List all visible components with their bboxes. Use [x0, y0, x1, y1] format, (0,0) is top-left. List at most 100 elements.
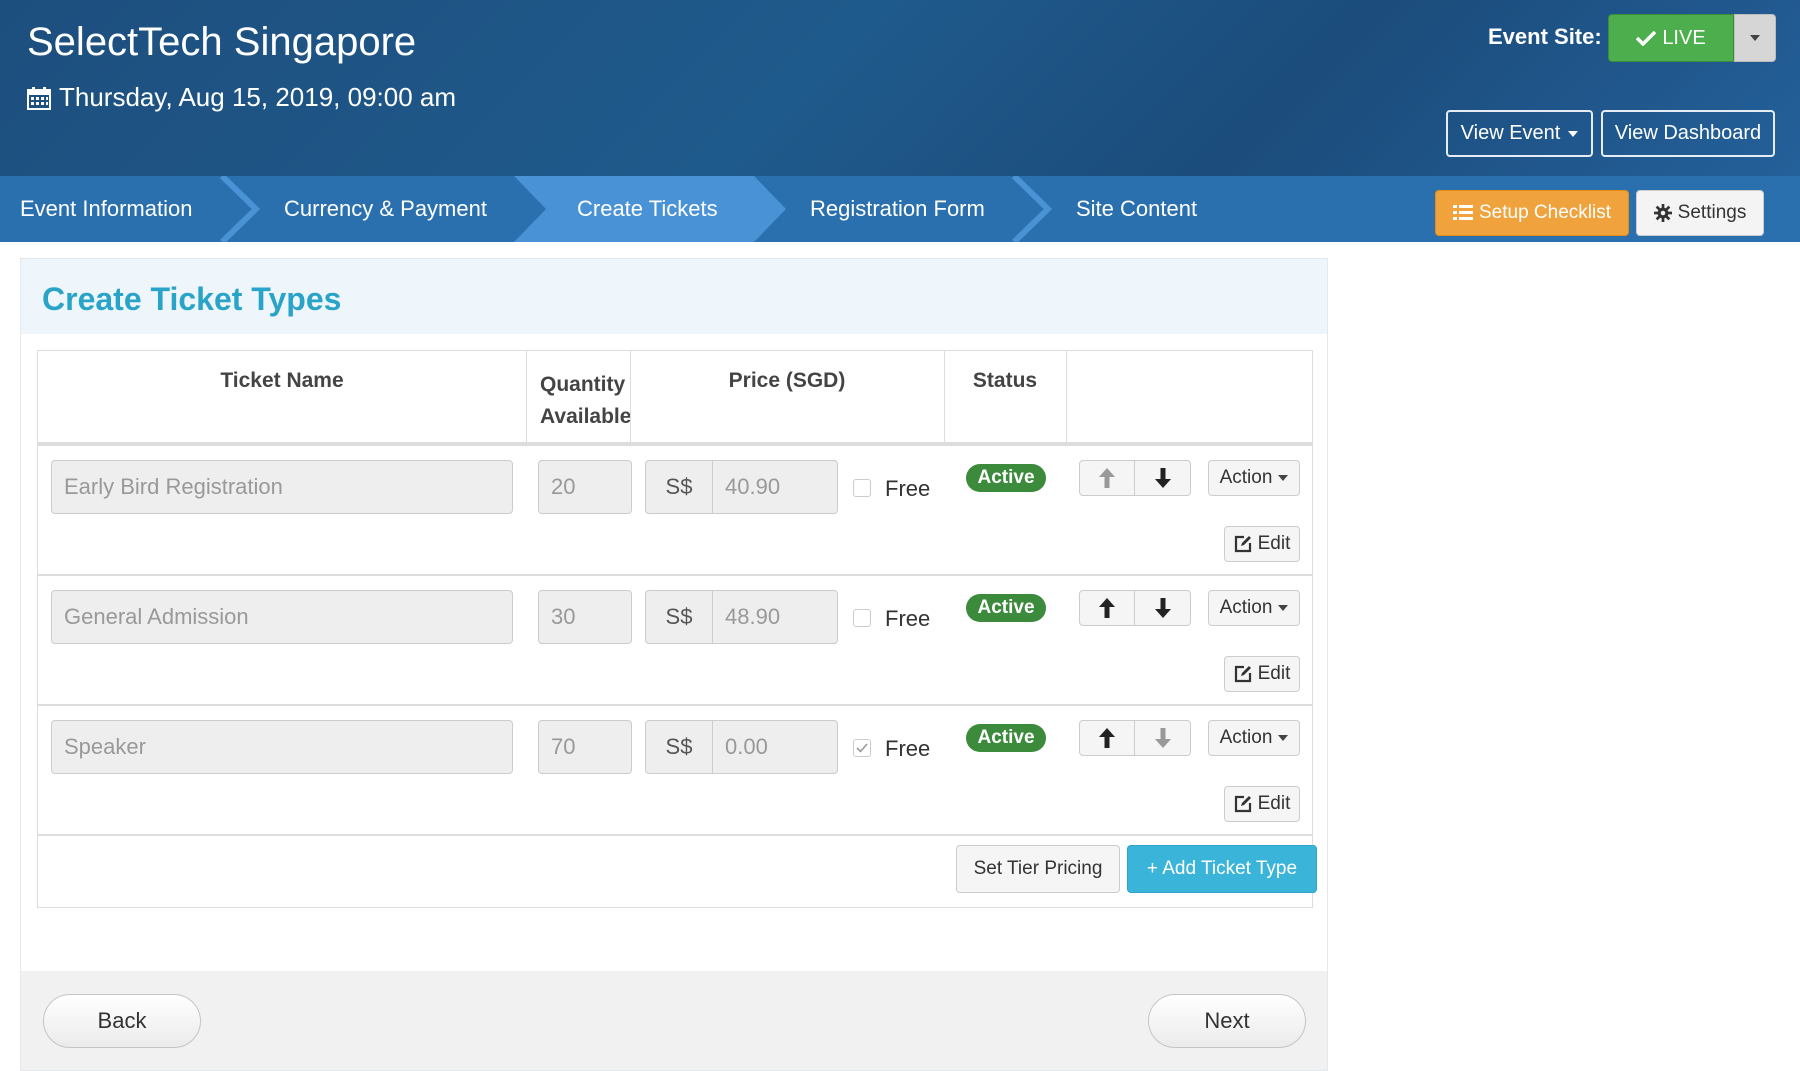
quantity-input[interactable]: 70: [538, 720, 632, 774]
move-down-button[interactable]: [1135, 590, 1191, 626]
action-dropdown-button[interactable]: Action: [1208, 590, 1300, 626]
view-dashboard-label: View Dashboard: [1614, 122, 1762, 144]
move-up-button[interactable]: [1079, 460, 1135, 496]
action-dropdown-button[interactable]: Action: [1208, 720, 1300, 756]
edit-label: Edit: [1257, 533, 1291, 554]
panel-header: Create Ticket Types: [21, 259, 1327, 334]
free-label: Free: [885, 606, 931, 631]
step-event-information[interactable]: Event Information: [20, 176, 192, 242]
step-site-content[interactable]: Site Content: [1076, 176, 1197, 242]
edit-label: Edit: [1257, 793, 1291, 814]
arrow-up-icon: [1099, 468, 1115, 488]
ticket-row: Speaker 70 S$ 0.00 Free Active Action Ed…: [38, 706, 1312, 836]
list-icon: [1452, 205, 1473, 220]
step-registration-form[interactable]: Registration Form: [810, 176, 985, 242]
ticket-types-table: Ticket Name Quantity Available Price (SG…: [37, 350, 1317, 908]
event-site-label: Event Site:: [1488, 24, 1602, 49]
live-status-button[interactable]: LIVE: [1608, 14, 1734, 62]
event-site-status-group: LIVE: [1608, 14, 1776, 62]
free-label: Free: [885, 736, 931, 761]
live-label: LIVE: [1662, 26, 1706, 49]
next-button[interactable]: Next: [1148, 994, 1306, 1048]
caret-down-icon: [1278, 475, 1289, 481]
check-icon: [856, 743, 868, 753]
free-checkbox[interactable]: [853, 739, 871, 757]
edit-button[interactable]: Edit: [1224, 526, 1300, 562]
arrow-down-icon: [1154, 468, 1171, 488]
create-tickets-panel: Create Ticket Types Ticket Name Quantity…: [20, 258, 1328, 1071]
column-header-quantity: Quantity Available: [540, 351, 640, 443]
free-label: Free: [885, 476, 931, 501]
calendar-icon: [27, 86, 51, 110]
caret-down-icon: [1568, 130, 1579, 137]
step-create-tickets[interactable]: Create Tickets: [577, 176, 718, 242]
quantity-input[interactable]: 20: [538, 460, 632, 514]
step-currency-payment[interactable]: Currency & Payment: [284, 176, 487, 242]
ticket-name-input[interactable]: Speaker: [51, 720, 513, 774]
edit-button[interactable]: Edit: [1224, 786, 1300, 822]
move-down-button[interactable]: [1135, 460, 1191, 496]
quantity-input[interactable]: 30: [538, 590, 632, 644]
currency-addon: S$: [645, 460, 713, 514]
arrow-up-icon: [1099, 598, 1115, 618]
action-label: Action: [1219, 467, 1273, 488]
status-badge: Active: [966, 594, 1046, 622]
column-header-status: Status: [972, 369, 1038, 392]
event-date-text: Thursday, Aug 15, 2019, 09:00 am: [59, 82, 457, 112]
gear-icon: [1653, 204, 1672, 222]
status-badge: Active: [966, 724, 1046, 752]
view-event-button[interactable]: View Event: [1446, 110, 1593, 157]
caret-down-icon: [1278, 735, 1289, 741]
price-input[interactable]: 0.00: [712, 720, 838, 774]
column-header-ticket-name: Ticket Name: [220, 369, 344, 392]
edit-label: Edit: [1257, 663, 1291, 684]
back-button[interactable]: Back: [43, 994, 201, 1048]
column-divider: [526, 351, 527, 443]
setup-checklist-button[interactable]: Setup Checklist: [1435, 190, 1629, 236]
edit-icon: [1234, 535, 1251, 553]
event-title: SelectTech Singapore: [27, 20, 417, 64]
action-label: Action: [1219, 727, 1273, 748]
event-date: Thursday, Aug 15, 2019, 09:00 am: [27, 82, 456, 113]
ticket-name-input[interactable]: General Admission: [51, 590, 513, 644]
move-up-button[interactable]: [1079, 590, 1135, 626]
ticket-name-input[interactable]: Early Bird Registration: [51, 460, 513, 514]
panel-title: Create Ticket Types: [42, 281, 342, 317]
event-header: SelectTech Singapore Thursday, Aug 15, 2…: [0, 0, 1800, 176]
add-ticket-type-button[interactable]: + Add Ticket Type: [1127, 845, 1317, 893]
event-site-dropdown-toggle[interactable]: [1734, 14, 1776, 62]
status-badge: Active: [966, 464, 1046, 492]
action-label: Action: [1219, 597, 1273, 618]
column-header-price: Price (SGD): [728, 369, 846, 392]
edit-icon: [1234, 795, 1251, 813]
ticket-row: Early Bird Registration 20 S$ 40.90 Free…: [38, 446, 1312, 576]
edit-icon: [1234, 665, 1251, 683]
panel-footer: Back Next: [21, 971, 1327, 1070]
quantity-header-line2: Available: [540, 405, 632, 428]
quantity-header-line1: Quantity: [540, 373, 626, 396]
edit-button[interactable]: Edit: [1224, 656, 1300, 692]
currency-addon: S$: [645, 590, 713, 644]
check-icon: [1636, 30, 1657, 46]
move-down-button[interactable]: [1135, 720, 1191, 756]
ticket-row: General Admission 30 S$ 48.90 Free Activ…: [38, 576, 1312, 706]
arrow-down-icon: [1154, 728, 1171, 748]
price-input[interactable]: 40.90: [712, 460, 838, 514]
setup-checklist-label: Setup Checklist: [1478, 202, 1611, 223]
action-dropdown-button[interactable]: Action: [1208, 460, 1300, 496]
step-separator: [220, 176, 260, 242]
free-checkbox[interactable]: [853, 609, 871, 627]
caret-down-icon: [1278, 605, 1289, 611]
set-tier-pricing-button[interactable]: Set Tier Pricing: [956, 845, 1120, 893]
view-dashboard-button[interactable]: View Dashboard: [1601, 110, 1775, 157]
currency-addon: S$: [645, 720, 713, 774]
settings-button[interactable]: Settings: [1636, 190, 1764, 236]
free-checkbox[interactable]: [853, 479, 871, 497]
move-up-button[interactable]: [1079, 720, 1135, 756]
price-input[interactable]: 48.90: [712, 590, 838, 644]
arrow-up-icon: [1099, 728, 1115, 748]
arrow-down-icon: [1154, 598, 1171, 618]
view-event-label: View Event: [1460, 122, 1561, 144]
settings-label: Settings: [1677, 202, 1747, 223]
column-divider: [1066, 351, 1067, 443]
